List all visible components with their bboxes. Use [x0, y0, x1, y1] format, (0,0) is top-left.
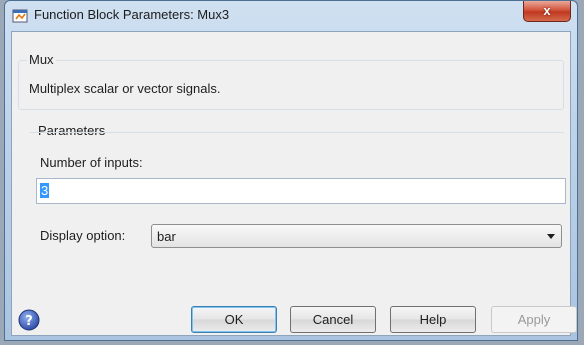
block-description: Multiplex scalar or vector signals.: [29, 81, 221, 96]
cancel-button[interactable]: Cancel: [290, 306, 376, 333]
ok-button[interactable]: OK: [191, 306, 277, 333]
apply-button[interactable]: Apply: [491, 306, 577, 333]
display-option-label: Display option:: [40, 228, 126, 243]
close-button[interactable]: x: [523, 1, 571, 22]
chevron-down-icon: [547, 234, 555, 239]
number-of-inputs-field[interactable]: 3: [36, 178, 566, 204]
help-button[interactable]: Help: [390, 306, 476, 333]
close-icon: x: [543, 3, 551, 18]
title-bar[interactable]: Function Block Parameters: Mux3 x: [5, 1, 577, 31]
display-option-value: bar: [157, 229, 176, 244]
block-group: Mux Multiplex scalar or vector signals.: [18, 52, 564, 110]
block-name: Mux: [27, 52, 56, 67]
block-parameters-icon: [12, 9, 28, 23]
parameters-title: Parameters: [36, 123, 108, 138]
display-option-select[interactable]: bar: [151, 224, 562, 248]
help-icon[interactable]: ?: [18, 309, 40, 331]
number-of-inputs-label: Number of inputs:: [40, 155, 143, 170]
number-of-inputs-value: 3: [40, 183, 50, 198]
svg-text:?: ?: [25, 314, 33, 329]
dialog-window: Function Block Parameters: Mux3 x Mux Mu…: [4, 0, 578, 341]
parameters-divider: [30, 132, 564, 133]
window-title: Function Block Parameters: Mux3: [34, 7, 230, 22]
